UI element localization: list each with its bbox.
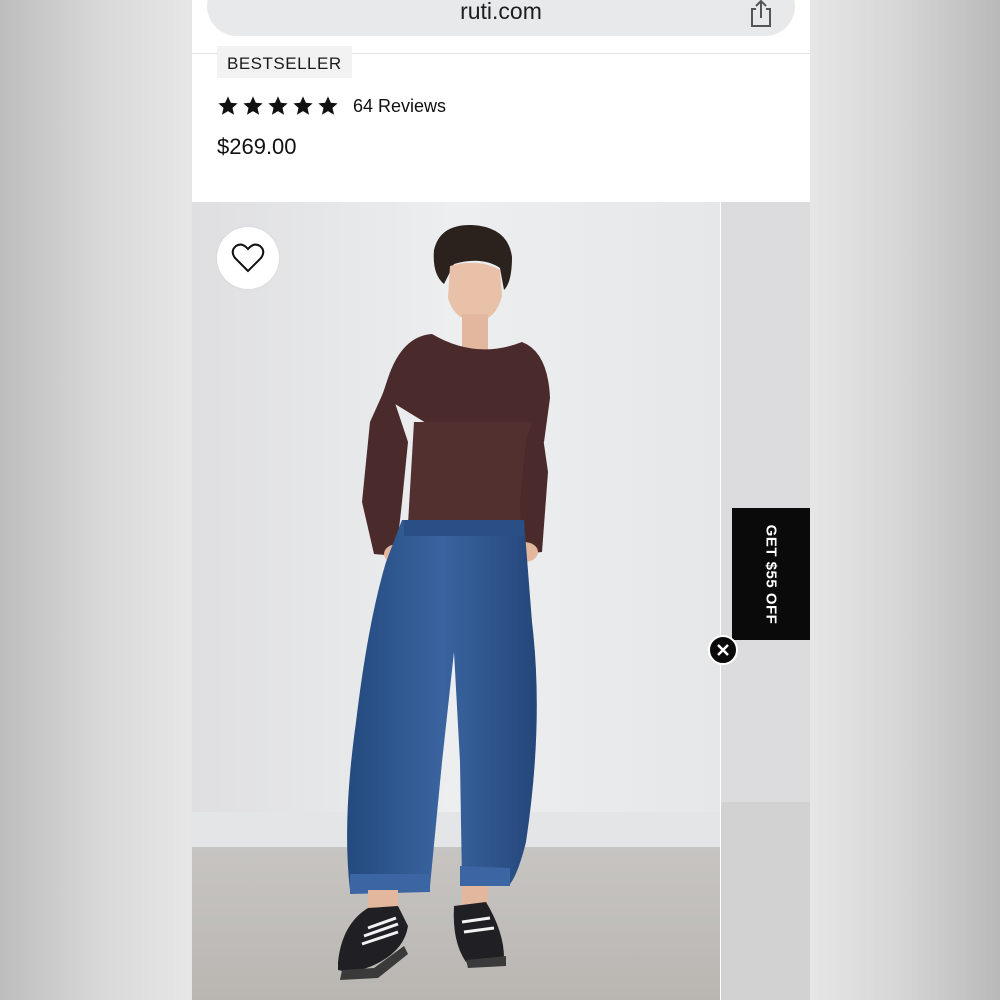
star-icon (268, 96, 288, 115)
star-rating (217, 95, 339, 117)
phone-screen: ruti.com BESTSELLER 64 Reviews $269.00 G… (192, 0, 810, 1000)
star-icon (293, 96, 313, 115)
promo-close-button[interactable] (708, 635, 738, 665)
product-image[interactable] (192, 202, 720, 1000)
address-bar[interactable]: ruti.com (207, 0, 795, 36)
star-icon (318, 96, 338, 115)
promo-tab[interactable]: GET $55 OFF (732, 508, 810, 640)
star-icon (243, 96, 263, 115)
wishlist-button[interactable] (217, 227, 279, 289)
close-icon (717, 644, 729, 656)
reviews-link[interactable]: 64 Reviews (353, 96, 446, 117)
product-price: $269.00 (217, 134, 297, 159)
bestseller-badge: BESTSELLER (217, 46, 352, 78)
promo-label: GET $55 OFF (762, 524, 780, 624)
url-text: ruti.com (460, 0, 542, 24)
share-icon[interactable] (747, 0, 775, 28)
product-rating[interactable]: 64 Reviews (217, 95, 446, 117)
heart-icon (231, 243, 265, 273)
star-icon (218, 96, 238, 115)
